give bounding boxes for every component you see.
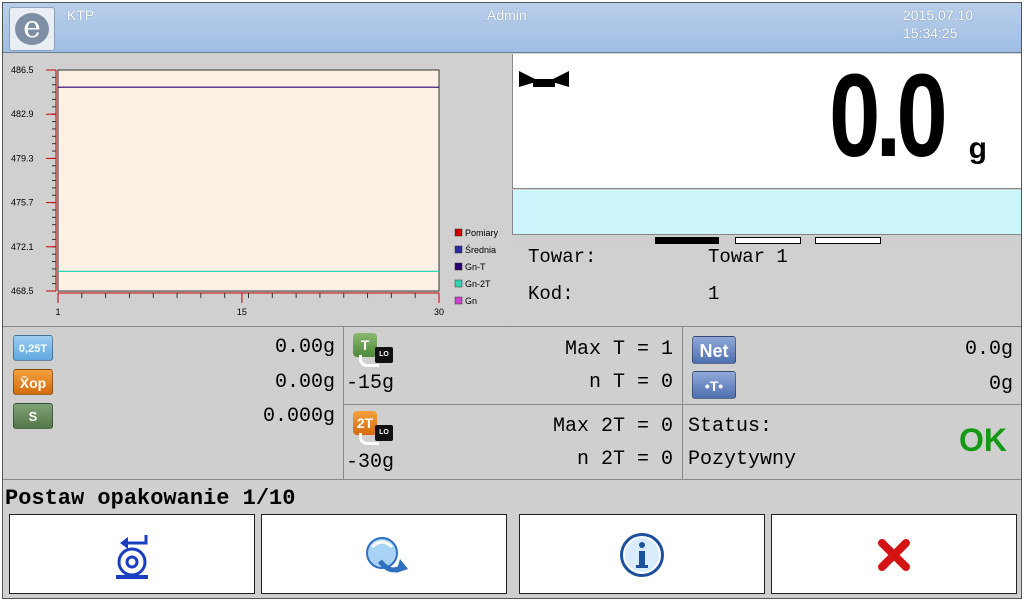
kod-label: Kod: — [528, 283, 574, 305]
legend-label: Pomiary — [465, 228, 499, 238]
y-tick-label: 475.7 — [11, 198, 34, 208]
n-t-count: n T = 0 — [588, 371, 673, 394]
legend-swatch — [454, 279, 463, 288]
x-tick-label: 1 — [55, 307, 60, 317]
legend-swatch — [454, 296, 463, 305]
screen: e KTP Admin 2015.07.10 15:34:25 486.5 482… — [2, 2, 1022, 599]
threshold-t-icon: T LO — [353, 333, 397, 373]
net-icon: Net — [692, 336, 736, 364]
user-name[interactable]: Admin — [487, 7, 527, 23]
app-title: KTP — [67, 7, 95, 23]
x-tick-label: 15 — [237, 307, 247, 317]
weight-value: 0.0 — [829, 50, 948, 182]
threshold-2t-icon: 2T LO — [353, 411, 397, 451]
towar-label: Towar: — [528, 246, 597, 268]
max-t-count: Max T = 1 — [564, 338, 673, 361]
tare-icon — [116, 535, 148, 579]
chart: 486.5 482.9 479.3 475.7 472.1 468.5 1 15 30 Pomia… — [11, 65, 499, 317]
mean-icon: X̄op — [13, 369, 53, 395]
status-value: Pozytywny — [688, 448, 797, 471]
prompt-bar: Postaw opakowanie 1/10 — [3, 482, 1021, 512]
threshold-2t-value: -30g — [346, 451, 395, 474]
info-icon — [620, 533, 664, 577]
plot-area — [57, 69, 440, 292]
weight-display: 0.0 g — [512, 54, 1021, 189]
bargraph-segment — [655, 237, 719, 244]
product-info: Towar: Towar 1 Kod: 1 — [512, 246, 1021, 325]
time-display: 15:34:25 — [903, 25, 958, 41]
y-tick-label: 468.5 — [11, 286, 34, 296]
threshold-t-value: -15g — [346, 372, 395, 395]
weight-unit: g — [968, 132, 987, 165]
logo-icon[interactable]: e — [9, 7, 55, 51]
n-2t-count: n 2T = 0 — [576, 448, 673, 471]
info-bar — [512, 190, 1021, 235]
x-tick-label: 30 — [434, 307, 444, 317]
legend-label: Gn — [465, 296, 477, 306]
legend-label: Średnia — [465, 244, 496, 255]
quarter-tolerance-icon: 0,25T — [13, 335, 53, 361]
legend-label: Gn-T — [465, 262, 486, 272]
kod-value: 1 — [708, 283, 720, 305]
date-display: 2015.07.10 — [903, 7, 974, 23]
towar-value[interactable]: Towar 1 — [708, 246, 788, 268]
max-2t-count: Max 2T = 0 — [552, 415, 673, 438]
y-tick-label: 486.5 — [11, 65, 34, 75]
mean-value: 0.00g — [274, 371, 335, 394]
header-bar: e KTP Admin 2015.07.10 15:34:25 — [3, 3, 1021, 53]
info-button[interactable] — [519, 514, 765, 594]
cancel-button[interactable] — [771, 514, 1017, 594]
std-dev-value: 0.000g — [262, 405, 335, 428]
cancel-icon — [878, 539, 910, 571]
stability-marker-icon — [519, 71, 569, 87]
legend-label: Gn-2T — [465, 279, 491, 289]
y-tick-label: 479.3 — [11, 153, 34, 163]
net-value: 0.0g — [964, 338, 1013, 361]
statistics-panel: 0,25T X̄op S 0.00g 0.00g 0.000g T LO -15… — [3, 326, 1021, 480]
prompt-message: Postaw opakowanie 1/10 — [5, 486, 296, 511]
rotate-icon — [366, 537, 408, 573]
tare-button[interactable] — [9, 514, 255, 594]
status-ok-indicator: OK — [959, 422, 1007, 458]
chart-panel: 486.5 482.9 479.3 475.7 472.1 468.5 1 15 30 Pomia… — [3, 54, 511, 325]
legend-swatch — [454, 228, 463, 237]
legend-swatch — [454, 245, 463, 254]
change-product-button[interactable] — [261, 514, 507, 594]
bargraph-segment — [815, 237, 881, 244]
std-dev-icon: S — [13, 403, 53, 429]
tare-value: 0g — [988, 373, 1013, 396]
tare-indicator-icon: •T• — [692, 371, 736, 399]
y-tick-label: 472.1 — [11, 242, 34, 252]
quarter-tolerance-value: 0.00g — [274, 336, 335, 359]
status-label: Status: — [688, 415, 773, 438]
legend-swatch — [454, 262, 463, 271]
load-bargraph — [655, 237, 885, 245]
y-tick-label: 482.9 — [11, 109, 34, 119]
bargraph-segment — [735, 237, 801, 244]
